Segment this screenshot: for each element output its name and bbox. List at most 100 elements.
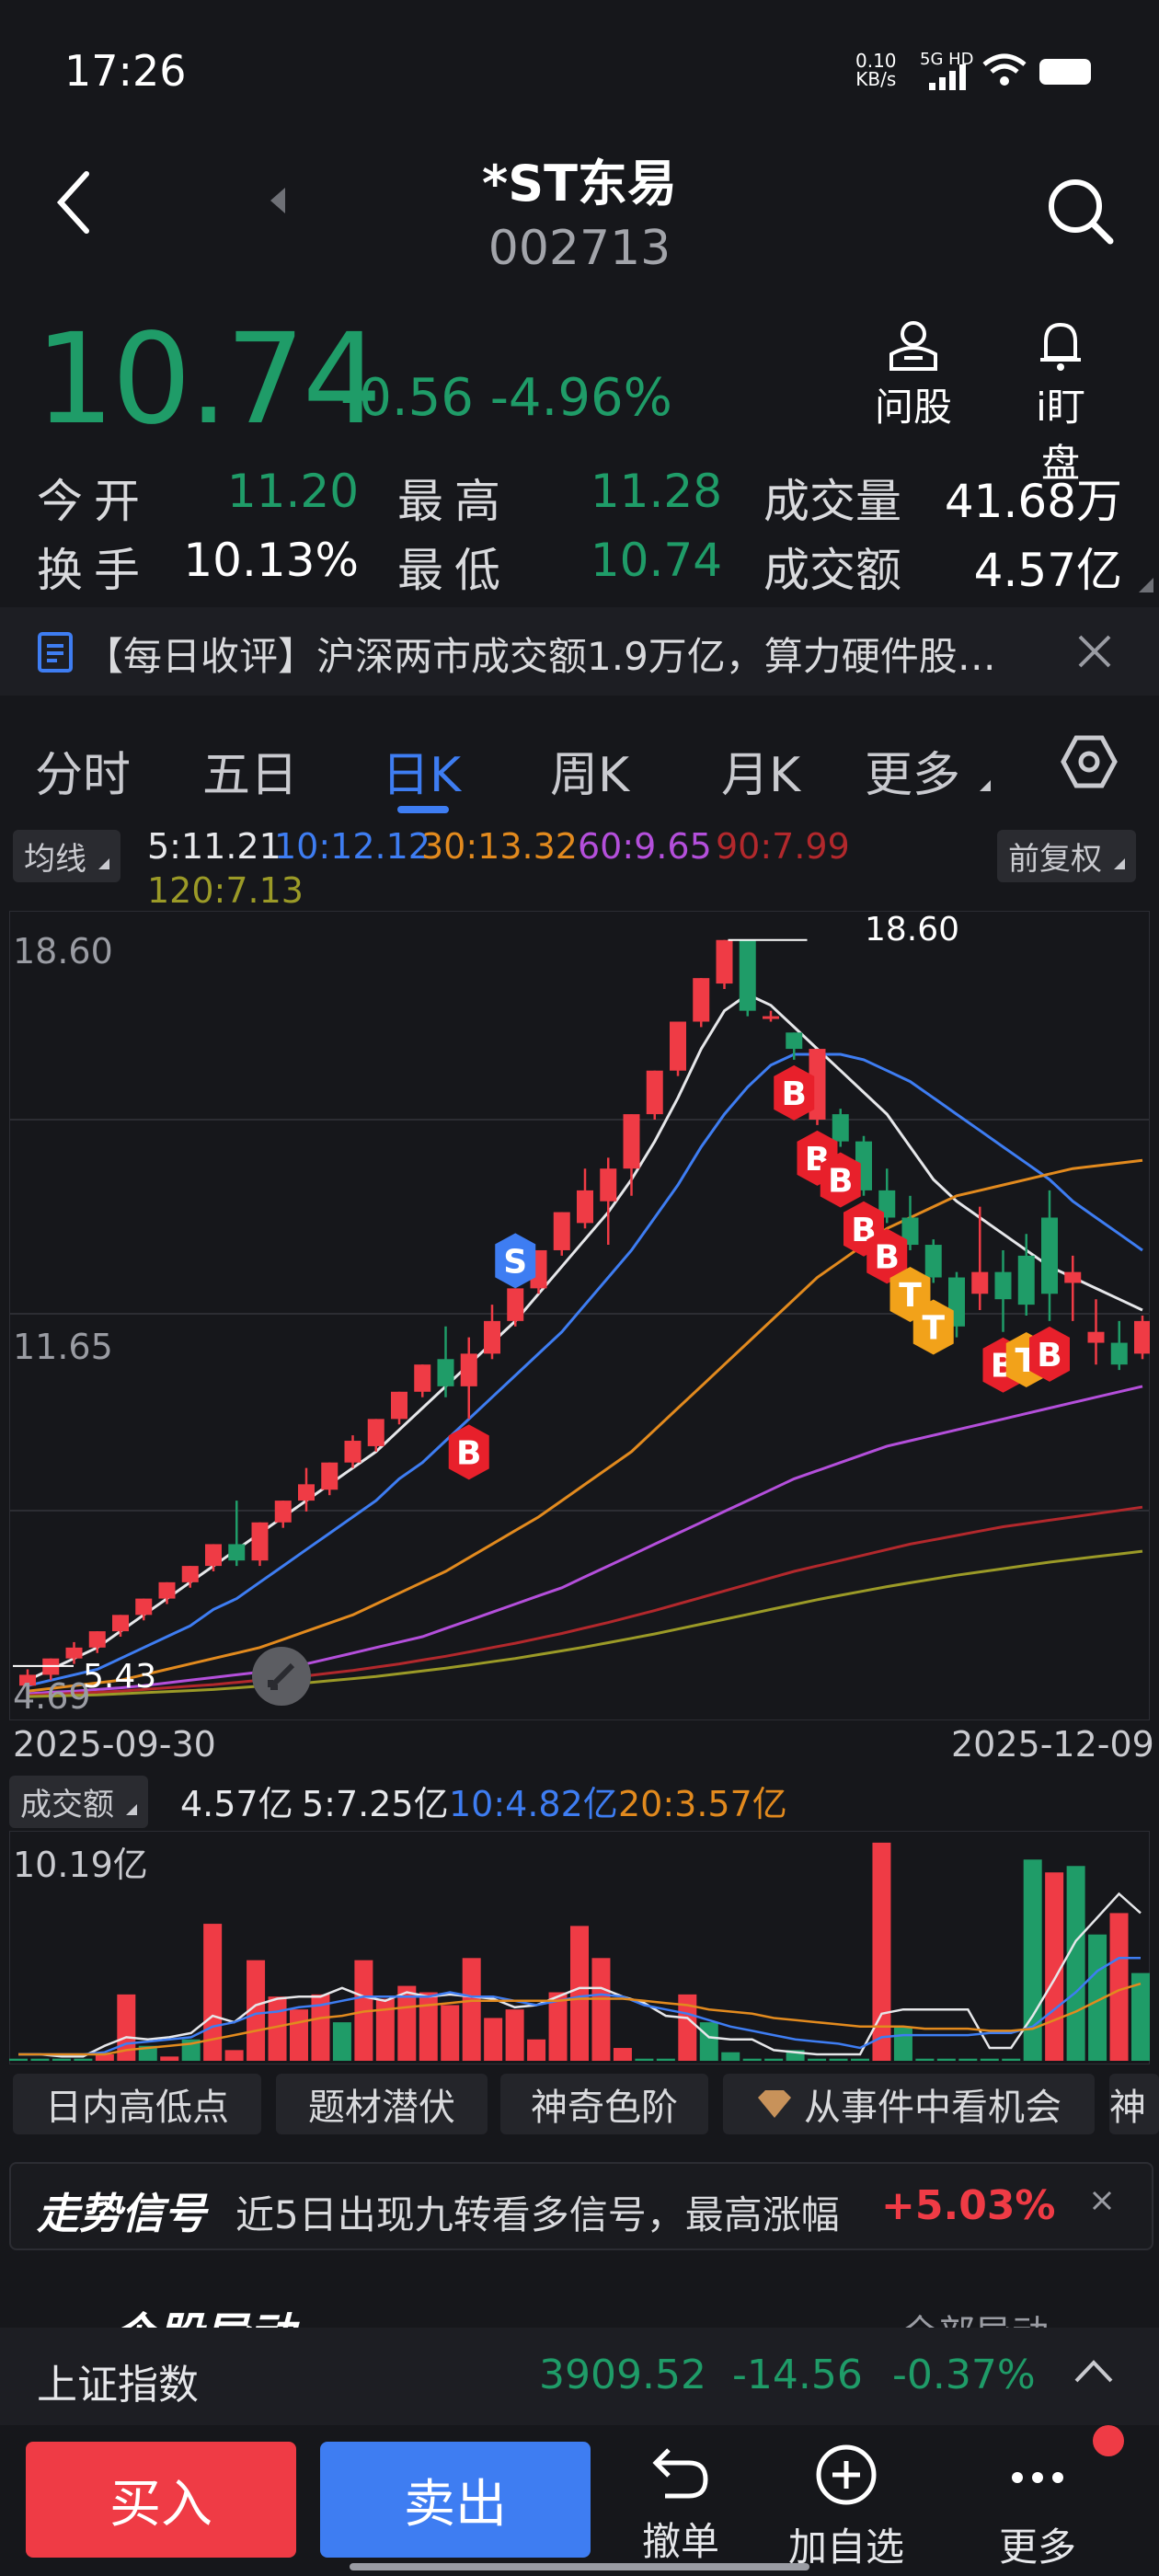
close-icon[interactable]: [1076, 633, 1113, 670]
volume-bar: [721, 2052, 740, 2061]
draw-tool-button[interactable]: [252, 1647, 311, 1706]
candle: [228, 1544, 246, 1561]
candle: [600, 1168, 617, 1202]
prev-stock-icon[interactable]: [267, 184, 289, 217]
candle: [646, 1070, 663, 1115]
network-speed: 0.10 KB/s: [855, 52, 897, 88]
watch-button[interactable]: i盯盘: [1019, 317, 1102, 489]
settings-icon[interactable]: [1060, 732, 1119, 791]
candle: [251, 1522, 269, 1561]
tab-monthly-k[interactable]: 月K: [721, 736, 800, 805]
adjust-label: 前复权: [1008, 841, 1102, 878]
tab-intraday[interactable]: 分时: [35, 736, 131, 805]
volume-selector[interactable]: 成交额: [9, 1776, 148, 1828]
stock-movement-section: 个股异动 全部异动: [0, 2265, 1159, 2328]
candle: [298, 1484, 315, 1501]
candle: [670, 1021, 686, 1071]
signal-text: 近5日出现九转看多信号，最高涨幅: [235, 2192, 840, 2237]
more-dots-icon: [1012, 2472, 1063, 2483]
buy-button[interactable]: 买入: [26, 2442, 296, 2558]
candle: [763, 1016, 779, 1019]
ma5-value: 5:11.21: [147, 826, 281, 867]
more-label: 更多: [998, 2524, 1076, 2570]
chevron-up-icon[interactable]: [1073, 2357, 1115, 2385]
news-text[interactable]: 【每日收评】沪深两市成交额1.9万亿，算力硬件股…: [85, 626, 1041, 682]
volume-bar: [74, 2058, 93, 2061]
stock-code: 002713: [488, 221, 671, 276]
ma60-value: 60:9.65: [578, 826, 712, 867]
back-icon[interactable]: [55, 170, 92, 235]
volume-bar: [1023, 1859, 1042, 2061]
adjust-selector[interactable]: 前复权: [997, 830, 1136, 882]
add-watchlist-button[interactable]: 加自选: [773, 2443, 920, 2572]
change-percent: -4.96%: [489, 368, 672, 428]
volume-bar: [505, 2009, 524, 2061]
cancel-order-button[interactable]: 撤单: [607, 2443, 754, 2567]
tool-event-opportunity[interactable]: 从事件中看机会: [723, 2074, 1095, 2134]
add-circle-icon: [816, 2444, 877, 2505]
cancel-order-label: 撤单: [641, 2519, 719, 2564]
ma30-value: 30:13.32: [421, 826, 578, 867]
volume-bar: [52, 2058, 71, 2061]
candle: [507, 1288, 524, 1321]
tool-magic-color[interactable]: 神奇色阶: [500, 2074, 708, 2134]
search-icon[interactable]: [1044, 175, 1118, 248]
volume-bar: [419, 1992, 438, 2061]
stock-name: *ST东易: [482, 155, 677, 213]
volume-bar: [613, 2048, 632, 2061]
chart-frame: [9, 911, 1150, 1720]
kline-chart[interactable]: BSBBBBBTTB T B: [9, 911, 1150, 1720]
battery-icon: [1039, 59, 1091, 85]
volume-current: 4.57亿: [180, 1784, 293, 1824]
volume-bar: [224, 2050, 244, 2061]
movement-more[interactable]: 全部异动: [901, 2304, 1049, 2328]
dropdown-corner-icon: [979, 780, 991, 791]
sell-button[interactable]: 卖出: [320, 2442, 591, 2558]
tool-theme-ambush[interactable]: 题材潜伏: [276, 2074, 488, 2134]
tab-daily-k[interactable]: 日K: [382, 736, 461, 805]
tab-more[interactable]: 更多: [865, 736, 991, 805]
volume-bar: [332, 2022, 351, 2061]
tab-five-day[interactable]: 五日: [202, 736, 298, 805]
ask-stock-button[interactable]: 问股: [872, 317, 955, 432]
volume-bar: [30, 2058, 50, 2061]
tool-intraday-highlow[interactable]: 日内高低点: [13, 2074, 261, 2134]
dropdown-corner-icon: [98, 858, 109, 869]
candle: [460, 1353, 477, 1386]
signal-badge-label: B: [782, 1075, 807, 1113]
volume-top-label: 10.19亿: [13, 1845, 148, 1885]
ma-line-ma10: [27, 1052, 1143, 1687]
expand-corner-icon[interactable]: [1139, 578, 1153, 592]
candle: [274, 1501, 292, 1523]
amount-label: 成交额: [763, 544, 901, 597]
candle: [1087, 1331, 1105, 1343]
signal-badge-label: B: [875, 1238, 900, 1276]
close-icon[interactable]: [1091, 2190, 1113, 2212]
volume-bar: [699, 2022, 718, 2061]
tool-more-partial[interactable]: 神: [1109, 2074, 1159, 2134]
min-price-marker: 5.43: [83, 1658, 157, 1696]
amount-value: 4.57亿: [973, 544, 1122, 597]
dropdown-corner-icon: [125, 1804, 137, 1815]
signal-value: +5.03%: [881, 2182, 1056, 2229]
high-value: 11.28: [590, 465, 722, 518]
ma10-value: 10:12.12: [274, 826, 430, 867]
tab-weekly-k[interactable]: 周K: [550, 736, 629, 805]
index-pct: -0.37%: [892, 2352, 1036, 2398]
open-value: 11.20: [226, 465, 359, 518]
candle: [623, 1114, 640, 1169]
candle: [1017, 1255, 1035, 1305]
candle: [577, 1190, 593, 1224]
volume-bar: [829, 2058, 848, 2061]
volume-chart[interactable]: [9, 1831, 1150, 2064]
more-button[interactable]: 更多: [964, 2443, 1111, 2572]
index-change: -14.56: [732, 2352, 863, 2398]
volume-bar: [958, 2058, 978, 2061]
volume-bar: [656, 2058, 675, 2061]
ma120-value: 120:7.13: [147, 870, 304, 911]
ma-selector[interactable]: 均线: [13, 830, 120, 882]
volume-bar: [808, 2058, 827, 2061]
high-label: 最高: [397, 475, 511, 528]
open-label: 今开: [37, 475, 151, 528]
signal-badge-label: B: [1037, 1337, 1061, 1374]
